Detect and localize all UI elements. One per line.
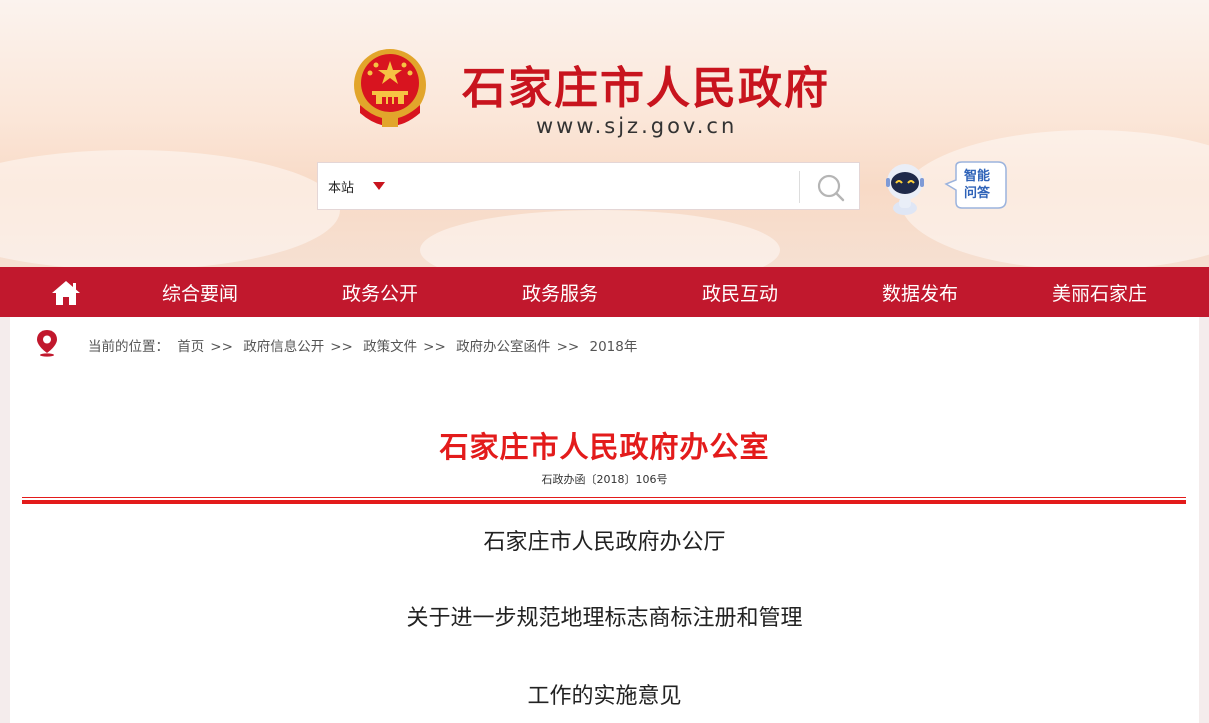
red-divider-thin: [22, 497, 1186, 498]
breadcrumb-item-office-letters[interactable]: 政府办公室函件: [456, 339, 551, 355]
search-divider: [799, 171, 800, 203]
document-title-line3: 工作的实施意见: [527, 684, 682, 709]
breadcrumb-separator: >>: [330, 339, 353, 355]
nav-item-news[interactable]: 综合要闻: [162, 267, 238, 317]
nav-item-beautiful-sjz[interactable]: 美丽石家庄: [1052, 267, 1147, 317]
breadcrumb-separator: >>: [210, 339, 233, 355]
document-number: 石政办函〔2018〕106号: [541, 473, 668, 486]
nav-item-services[interactable]: 政务服务: [522, 267, 598, 317]
search-scope-select[interactable]: 本站: [328, 177, 354, 196]
breadcrumb-item-year[interactable]: 2018年: [589, 339, 637, 355]
document-office-heading: 石家庄市人民政府办公室: [439, 430, 770, 464]
document-title-line2: 关于进一步规范地理标志商标注册和管理: [406, 606, 803, 631]
search-icon[interactable]: [814, 171, 848, 203]
breadcrumb-item-home[interactable]: 首页: [177, 339, 204, 355]
dropdown-arrow-icon[interactable]: [373, 182, 385, 190]
breadcrumb-item-policy[interactable]: 政策文件: [363, 339, 417, 355]
site-header: 石家庄市人民政府 www.sjz.gov.cn 本站 智能 问答: [0, 0, 1209, 267]
site-url: www.sjz.gov.cn: [536, 114, 738, 138]
national-emblem-icon: [354, 49, 426, 127]
header-cloud: [420, 210, 780, 267]
search-input[interactable]: [398, 169, 792, 205]
breadcrumb-prefix: 当前的位置：: [88, 339, 169, 355]
smart-qa-label[interactable]: 智能 问答: [955, 168, 999, 202]
header-cloud: [0, 150, 340, 267]
smart-qa-label-line1: 智能: [963, 169, 990, 184]
document-title-line1: 石家庄市人民政府办公厅: [483, 530, 726, 555]
article-content: 当前的位置： 首页 >> 政府信息公开 >> 政策文件 >> 政府办公室函件 >> 20…: [10, 317, 1199, 723]
robot-icon[interactable]: [882, 160, 928, 216]
red-divider-thick: [22, 500, 1186, 504]
nav-item-gov-affairs[interactable]: 政务公开: [342, 267, 418, 317]
site-title: 石家庄市人民政府: [462, 63, 830, 114]
home-icon[interactable]: [50, 279, 82, 307]
breadcrumb-separator: >>: [556, 339, 580, 355]
smart-qa-label-line2: 问答: [963, 186, 990, 201]
breadcrumb: 当前的位置： 首页 >> 政府信息公开 >> 政策文件 >> 政府办公室函件 >> 20…: [88, 335, 641, 355]
nav-item-interaction[interactable]: 政民互动: [702, 267, 778, 317]
breadcrumb-item-gov-info[interactable]: 政府信息公开: [243, 339, 324, 355]
breadcrumb-separator: >>: [423, 339, 446, 355]
main-nav: 综合要闻 政务公开 政务服务 政民互动 数据发布 美丽石家庄: [0, 267, 1209, 317]
search-bar: 本站: [317, 162, 860, 210]
location-pin-icon: [37, 330, 57, 357]
nav-item-data[interactable]: 数据发布: [882, 267, 958, 317]
